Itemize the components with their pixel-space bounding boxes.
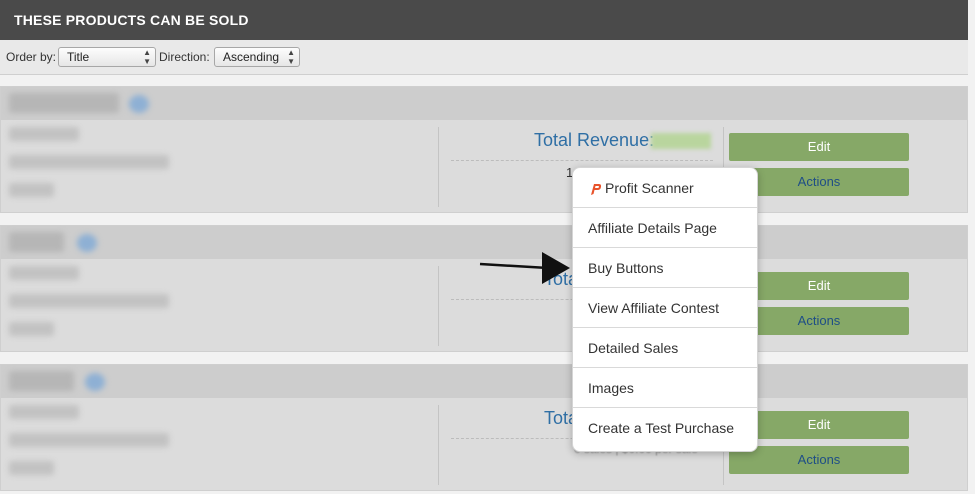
menu-item-images[interactable]: Images	[573, 368, 757, 408]
product-link-icon[interactable]	[77, 234, 97, 252]
product-detail-redacted	[9, 461, 54, 475]
product-title-band	[1, 365, 967, 398]
product-row: Tota 0 sales | $0.00 per sale Edit Actio…	[0, 364, 968, 491]
product-link-icon[interactable]	[85, 373, 105, 391]
direction-select[interactable]: Ascending ▲ ▼	[214, 47, 300, 67]
order-by-label: Order by:	[6, 50, 57, 64]
product-detail-redacted	[9, 183, 54, 197]
product-row: Tota Edit Actions	[0, 225, 968, 352]
product-link-icon[interactable]	[129, 95, 149, 113]
direction-value: Ascending	[223, 50, 280, 64]
menu-item-buy-buttons[interactable]: Buy Buttons	[573, 248, 757, 288]
separator-line	[451, 160, 713, 161]
actions-menu: Profit Scanner Affiliate Details Page Bu…	[572, 167, 758, 452]
direction-label: Direction:	[159, 50, 210, 64]
column-divider	[438, 405, 439, 485]
select-arrows-icon: ▲ ▼	[287, 48, 295, 66]
product-name-redacted	[9, 232, 64, 252]
select-arrows-icon: ▲ ▼	[143, 48, 151, 66]
product-detail-redacted	[9, 322, 54, 336]
menu-item-label: Profit Scanner	[605, 180, 694, 196]
menu-item-profit-scanner[interactable]: Profit Scanner	[573, 168, 757, 208]
order-by-value: Title	[67, 50, 90, 64]
order-by-select[interactable]: Title ▲ ▼	[58, 47, 156, 67]
menu-item-affiliate-contest[interactable]: View Affiliate Contest	[573, 288, 757, 328]
menu-item-test-purchase[interactable]: Create a Test Purchase	[573, 408, 757, 448]
revenue-value-redacted	[651, 133, 711, 149]
actions-button[interactable]: Actions	[729, 446, 909, 474]
section-header: THESE PRODUCTS CAN BE SOLD	[0, 0, 968, 40]
product-detail-redacted	[9, 433, 169, 447]
column-divider	[438, 127, 439, 207]
product-name-redacted	[9, 371, 74, 391]
menu-item-detailed-sales[interactable]: Detailed Sales	[573, 328, 757, 368]
product-detail-redacted	[9, 127, 79, 141]
column-divider	[438, 266, 439, 346]
product-detail-redacted	[9, 266, 79, 280]
section-title: THESE PRODUCTS CAN BE SOLD	[14, 12, 249, 28]
product-detail-redacted	[9, 294, 169, 308]
total-revenue-label: Total Revenue:	[534, 130, 655, 150]
profit-scanner-icon	[591, 184, 602, 196]
product-row: Total Revenue: 1 Edit Actions	[0, 86, 968, 213]
product-name-redacted	[9, 93, 119, 113]
menu-item-affiliate-details[interactable]: Affiliate Details Page	[573, 208, 757, 248]
product-detail-redacted	[9, 405, 79, 419]
sort-toolbar: Order by: Title ▲ ▼ Direction: Ascending …	[0, 40, 968, 75]
product-detail-redacted	[9, 155, 169, 169]
pointer-arrow-icon	[479, 252, 570, 284]
edit-button[interactable]: Edit	[729, 133, 909, 161]
